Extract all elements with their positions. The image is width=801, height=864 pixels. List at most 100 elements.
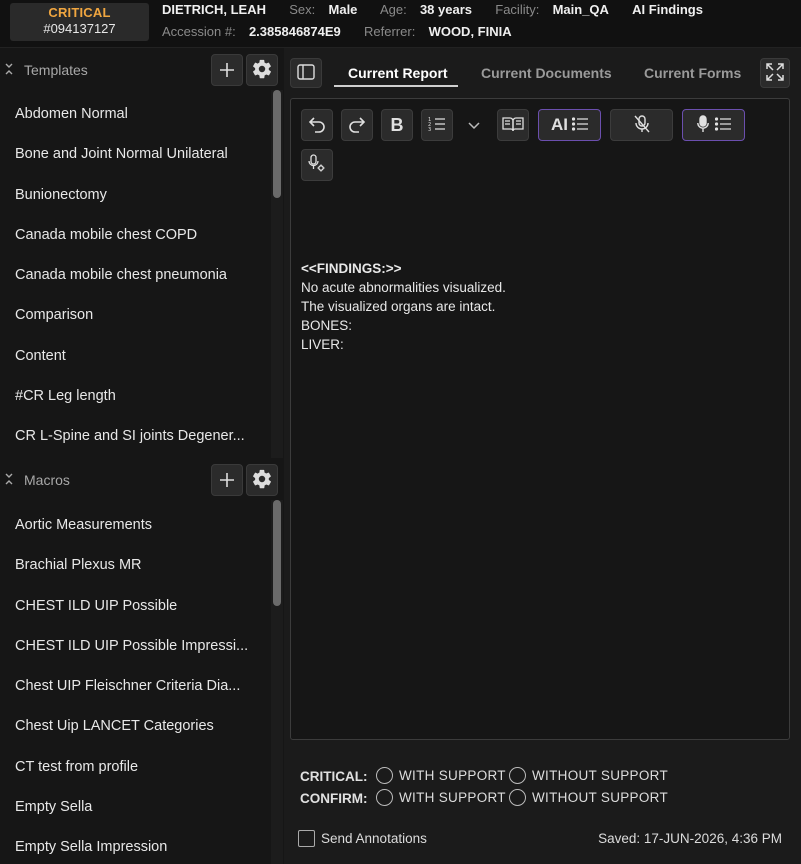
templates-settings-button[interactable] bbox=[246, 54, 278, 86]
redo-button[interactable] bbox=[341, 109, 373, 141]
svg-text:3: 3 bbox=[428, 127, 431, 132]
age-value: 38 years bbox=[419, 2, 473, 17]
gear-icon bbox=[251, 468, 273, 493]
order-number: #094137127 bbox=[43, 21, 116, 36]
microphone-off-icon bbox=[633, 114, 650, 136]
template-item[interactable]: CR L-Spine and SI joints Degener... bbox=[0, 416, 268, 456]
critical-with-support-radio[interactable] bbox=[376, 767, 393, 784]
ai-findings-link[interactable]: AI Findings bbox=[632, 2, 703, 17]
collapse-icon[interactable] bbox=[4, 62, 14, 76]
templates-scrollbar-thumb[interactable] bbox=[273, 90, 281, 198]
numbered-list-icon: 123 bbox=[428, 116, 446, 135]
report-text[interactable]: <<FINDINGS:>> No acute abnormalities vis… bbox=[301, 259, 506, 354]
template-item[interactable]: Bone and Joint Normal Unilateral bbox=[0, 134, 268, 174]
bullet-list-icon bbox=[714, 116, 731, 134]
tab-bar: Current Report Current Documents Current… bbox=[284, 48, 801, 96]
referrer-value: WOOD, FINIA bbox=[428, 24, 512, 39]
template-item[interactable]: Canada mobile chest pneumonia bbox=[0, 255, 268, 295]
critical-badge[interactable]: CRITICAL #094137127 bbox=[10, 3, 149, 41]
macros-title: Macros bbox=[24, 472, 70, 488]
active-tab-indicator bbox=[334, 85, 458, 87]
toggle-sidebar-button[interactable] bbox=[290, 58, 322, 88]
reading-button[interactable] bbox=[497, 109, 529, 141]
report-panel: Current Report Current Documents Current… bbox=[284, 48, 801, 864]
template-item[interactable]: Bunionectomy bbox=[0, 175, 268, 215]
macro-item[interactable]: CHEST ILD UIP Possible Impressi... bbox=[0, 626, 268, 666]
report-footer: Send Annotations Saved: 17-JUN-2026, 4:3… bbox=[298, 828, 788, 848]
collapse-icon[interactable] bbox=[4, 472, 14, 486]
macro-item[interactable]: Empty Sella bbox=[0, 787, 268, 827]
confirm-with-support-radio[interactable] bbox=[376, 789, 393, 806]
ai-label: AI bbox=[551, 115, 568, 134]
macro-item[interactable]: Brachial Plexus MR bbox=[0, 545, 268, 585]
send-annotations-label[interactable]: Send Annotations bbox=[321, 831, 427, 846]
microphone-icon bbox=[696, 114, 709, 136]
critical-without-support-radio[interactable] bbox=[509, 767, 526, 784]
tab-current-documents[interactable]: Current Documents bbox=[481, 65, 612, 81]
microphone-settings-icon bbox=[308, 153, 326, 177]
confirm-row-label: CONFIRM: bbox=[300, 791, 368, 806]
undo-icon bbox=[308, 115, 326, 136]
macros-list: Aortic Measurements Brachial Plexus MR C… bbox=[0, 505, 268, 864]
report-line: LIVER: bbox=[301, 337, 344, 352]
age-label: Age: bbox=[379, 2, 407, 17]
macros-header: Macros bbox=[0, 460, 284, 500]
accession-value: 2.385846874E9 bbox=[248, 24, 341, 39]
report-line: BONES: bbox=[301, 318, 353, 333]
undo-button[interactable] bbox=[301, 109, 333, 141]
bullet-list-icon bbox=[571, 116, 588, 134]
macro-item[interactable]: Chest Uip LANCET Categories bbox=[0, 706, 268, 746]
expand-icon bbox=[766, 62, 784, 84]
facility-value: Main_QA bbox=[552, 2, 609, 17]
tab-current-report[interactable]: Current Report bbox=[348, 65, 448, 81]
confirm-without-support-radio[interactable] bbox=[509, 789, 526, 806]
dictation-list-button[interactable] bbox=[682, 109, 745, 141]
template-item[interactable]: #CR Leg length bbox=[0, 376, 268, 416]
templates-list: Abdomen Normal Bone and Joint Normal Uni… bbox=[0, 94, 268, 458]
send-annotations-checkbox[interactable] bbox=[298, 830, 315, 847]
patient-info-row-1: DIETRICH, LEAH Sex: Male Age: 38 years F… bbox=[162, 2, 703, 17]
macro-item[interactable]: CT test from profile bbox=[0, 747, 268, 787]
numbered-list-button[interactable]: 123 bbox=[421, 109, 453, 141]
template-item[interactable]: Canada mobile chest COPD bbox=[0, 215, 268, 255]
template-item[interactable]: Abdomen Normal bbox=[0, 94, 268, 134]
macros-scrollbar-thumb[interactable] bbox=[273, 500, 281, 606]
sex-label: Sex: bbox=[289, 2, 316, 17]
saved-timestamp: Saved: 17-JUN-2026, 4:36 PM bbox=[598, 831, 782, 846]
macro-item[interactable]: CHEST ILD UIP Possible bbox=[0, 586, 268, 626]
bold-button[interactable]: B bbox=[381, 109, 413, 141]
macro-item[interactable]: Empty Sella Impression bbox=[0, 827, 268, 864]
report-editor[interactable]: B 123 AI <<FINDINGS:>> No acute abnormal… bbox=[290, 98, 790, 740]
mute-microphone-button[interactable] bbox=[610, 109, 673, 141]
template-item[interactable]: Content bbox=[0, 336, 268, 376]
expand-button[interactable] bbox=[760, 58, 790, 88]
gear-icon bbox=[251, 58, 273, 83]
microphone-settings-button[interactable] bbox=[301, 149, 333, 181]
template-item[interactable]: Comparison bbox=[0, 295, 268, 335]
findings-heading: <<FINDINGS:>> bbox=[301, 261, 402, 276]
facility-label: Facility: bbox=[495, 2, 540, 17]
macro-item[interactable]: Aortic Measurements bbox=[0, 505, 268, 545]
patient-name: DIETRICH, LEAH bbox=[162, 2, 266, 17]
add-macro-button[interactable] bbox=[211, 464, 243, 496]
templates-title: Templates bbox=[24, 62, 88, 78]
patient-header: CRITICAL #094137127 DIETRICH, LEAH Sex: … bbox=[0, 0, 801, 48]
accession-label: Accession #: bbox=[162, 24, 236, 39]
templates-header: Templates bbox=[0, 50, 284, 90]
list-dropdown-button[interactable] bbox=[463, 109, 485, 141]
referrer-label: Referrer: bbox=[364, 24, 416, 39]
add-template-button[interactable] bbox=[211, 54, 243, 86]
tab-current-forms[interactable]: Current Forms bbox=[644, 65, 741, 81]
left-panel: Templates Abdomen Normal Bone and Joint … bbox=[0, 48, 284, 864]
report-line: The visualized organs are intact. bbox=[301, 299, 496, 314]
critical-row-label: CRITICAL: bbox=[300, 769, 368, 784]
critical-label: CRITICAL bbox=[48, 5, 111, 20]
with-support-label: WITH SUPPORT bbox=[399, 768, 506, 783]
ai-list-button[interactable]: AI bbox=[538, 109, 601, 141]
patient-info-row-2: Accession #: 2.385846874E9 Referrer: WOO… bbox=[162, 24, 512, 39]
without-support-label: WITHOUT SUPPORT bbox=[532, 790, 669, 805]
redo-icon bbox=[348, 115, 366, 136]
with-support-label: WITH SUPPORT bbox=[399, 790, 506, 805]
macro-item[interactable]: Chest UIP Fleischner Criteria Dia... bbox=[0, 666, 268, 706]
macros-settings-button[interactable] bbox=[246, 464, 278, 496]
